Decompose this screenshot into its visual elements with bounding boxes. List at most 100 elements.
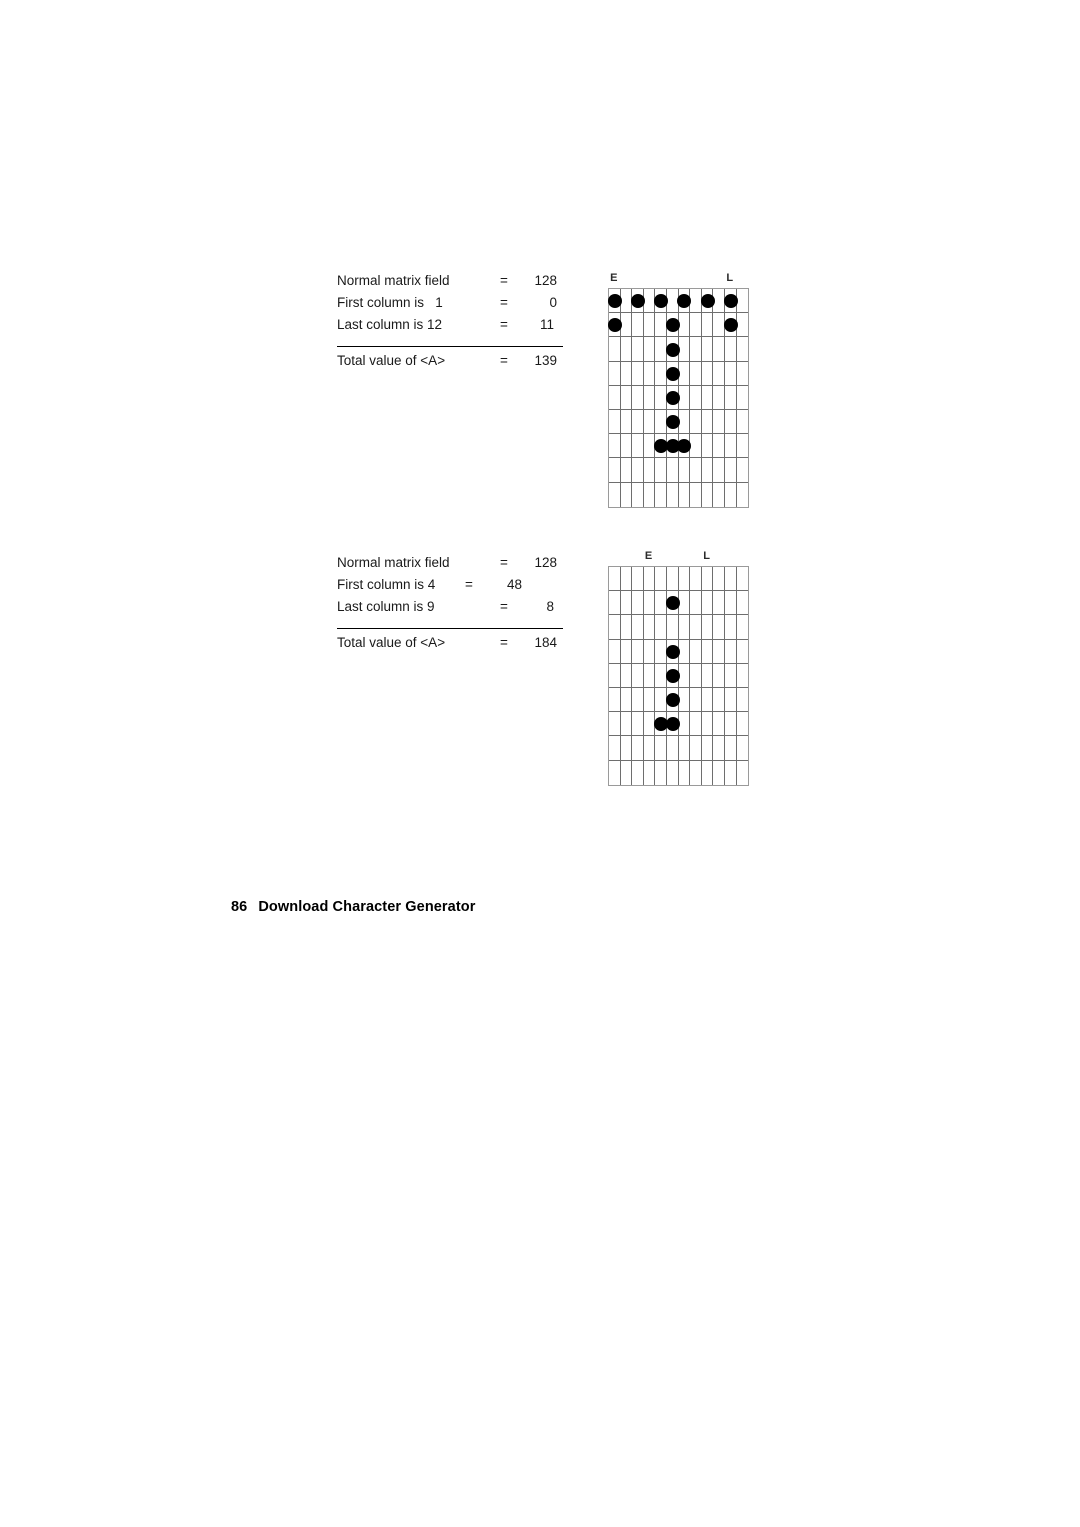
matrix-grid (607, 288, 750, 508)
matrix-cell (667, 736, 679, 761)
matrix-cell (620, 313, 633, 338)
matrix-cell (609, 410, 621, 435)
calc-label: Last column is 12 (337, 317, 443, 332)
matrix-cell (632, 688, 644, 713)
matrix-cell (620, 615, 633, 640)
matrix-cell (736, 434, 749, 459)
matrix-cell (713, 760, 725, 785)
matrix-cell (632, 639, 644, 664)
matrix-cell (713, 688, 725, 713)
matrix-cell (690, 591, 702, 616)
matrix-cell (713, 663, 725, 688)
matrix-cell (609, 760, 621, 785)
matrix-cell (690, 482, 702, 507)
matrix-cell (736, 386, 749, 410)
matrix-cell (632, 567, 644, 592)
matrix-dot (677, 294, 692, 309)
matrix-cell (725, 688, 737, 713)
matrix-dot (665, 318, 680, 333)
matrix-cell (655, 458, 667, 483)
matrix-grid (608, 566, 750, 786)
matrix-cell (701, 337, 714, 362)
matrix-dot (654, 294, 669, 309)
matrix-cell (632, 712, 644, 737)
matrix-cell (701, 458, 714, 483)
matrix-cell (737, 483, 749, 507)
matrix-cell (736, 591, 749, 616)
matrix-cell (690, 361, 702, 386)
matrix-cell (609, 615, 621, 640)
matrix-cell (701, 639, 714, 664)
matrix-cell (620, 410, 633, 435)
matrix-cell (643, 361, 656, 386)
matrix-dot (665, 390, 680, 405)
matrix-cell (701, 736, 714, 761)
matrix-dot (665, 366, 680, 381)
calc-value: 11 (539, 317, 554, 332)
matrix-cell (725, 615, 737, 640)
matrix-cell (725, 385, 737, 410)
matrix-cell (609, 591, 621, 616)
matrix-cell (620, 736, 633, 761)
matrix-cell (701, 385, 714, 410)
matrix-cell (725, 337, 737, 362)
calc-row: Normal matrix field (337, 274, 450, 295)
matrix-cell (690, 385, 702, 410)
calc-label: First column is 1 (337, 295, 443, 310)
dot-matrix-2: EL (608, 550, 750, 786)
matrix-cell (609, 712, 621, 737)
matrix-cell (736, 712, 749, 737)
matrix-dot (723, 294, 738, 309)
matrix-cell (713, 712, 725, 737)
matrix-cell (725, 434, 737, 459)
matrix-cell (632, 458, 644, 483)
page-footer: 86 Download Character Generator (231, 899, 475, 915)
matrix-column-labels: EL (608, 550, 747, 566)
matrix-cell (655, 482, 667, 507)
footer-title: Download Character Generator (258, 899, 476, 915)
matrix-cell (620, 434, 633, 459)
matrix-cell (632, 482, 644, 507)
matrix-cell (736, 567, 749, 592)
matrix-cell (725, 639, 737, 664)
matrix-cell (667, 760, 679, 785)
matrix-cell (701, 567, 714, 592)
matrix-cell (632, 760, 644, 785)
matrix-cell (667, 482, 679, 507)
matrix-cell (725, 760, 737, 785)
matrix-cell (690, 688, 702, 713)
matrix-cell (632, 410, 644, 435)
calc-divider (337, 346, 563, 347)
matrix-cell (725, 591, 737, 616)
calc-label: First column is 4 (337, 577, 436, 592)
dot-matrix-1: EL (607, 272, 750, 508)
matrix-cell (643, 639, 656, 664)
matrix-column-labels: EL (608, 272, 747, 288)
matrix-cell (713, 361, 725, 386)
matrix-cell (632, 736, 644, 761)
matrix-cell (690, 434, 702, 459)
calc-total-label: Total value of <A> (337, 353, 446, 368)
matrix-cell (632, 361, 644, 386)
matrix-cell (655, 615, 667, 640)
matrix-cell (690, 615, 702, 640)
matrix-cell (736, 736, 749, 761)
matrix-cell (679, 482, 691, 507)
calc-row: Normal matrix field (337, 556, 450, 577)
matrix-cell (644, 482, 656, 507)
matrix-cell (736, 688, 749, 713)
matrix-cell (690, 337, 702, 362)
matrix-last-column-label: L (726, 272, 734, 284)
matrix-cell (620, 337, 633, 362)
matrix-dot (665, 693, 680, 708)
calc-total-row: Total value of <A> (337, 636, 445, 650)
matrix-cell (736, 640, 749, 664)
matrix-cell (643, 337, 656, 362)
matrix-cell (713, 458, 725, 483)
matrix-cell (713, 385, 725, 410)
matrix-cell (736, 410, 749, 435)
matrix-cell (632, 337, 644, 362)
matrix-cell (643, 615, 656, 640)
matrix-cell (643, 736, 656, 761)
calc-value: 128 (534, 273, 557, 288)
